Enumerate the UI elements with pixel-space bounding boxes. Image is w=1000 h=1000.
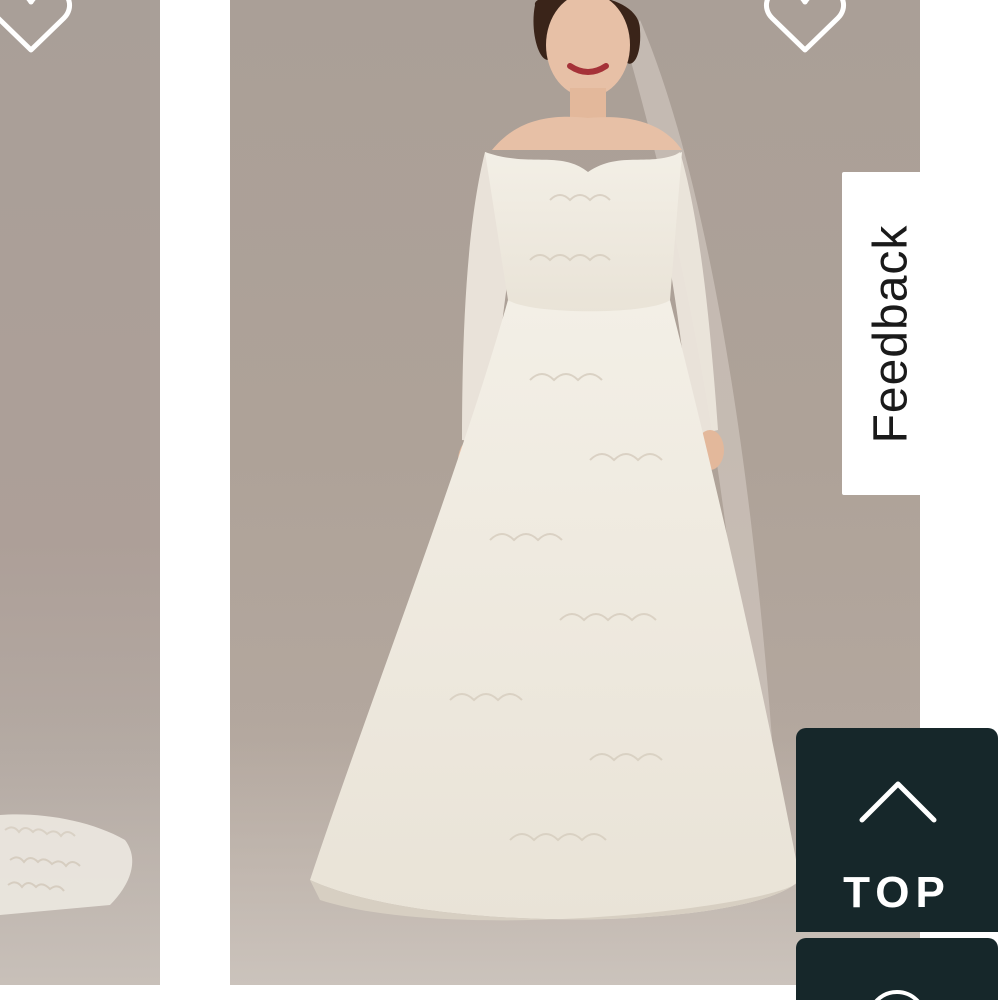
chat-button[interactable] bbox=[796, 938, 998, 1000]
heart-outline-icon[interactable] bbox=[760, 0, 850, 58]
product-card-left[interactable] bbox=[0, 0, 160, 985]
back-to-top-button[interactable]: TOP bbox=[796, 728, 998, 932]
heart-outline-icon[interactable] bbox=[0, 0, 76, 58]
chevron-up-icon bbox=[859, 781, 937, 823]
back-to-top-label: TOP bbox=[843, 868, 951, 917]
feedback-tab[interactable]: Feedback bbox=[842, 172, 940, 495]
chat-icon bbox=[867, 990, 927, 1000]
product-image[interactable] bbox=[0, 0, 160, 985]
feedback-label: Feedback bbox=[864, 224, 918, 443]
product-grid-page: Feedback TOP bbox=[0, 0, 1000, 1000]
